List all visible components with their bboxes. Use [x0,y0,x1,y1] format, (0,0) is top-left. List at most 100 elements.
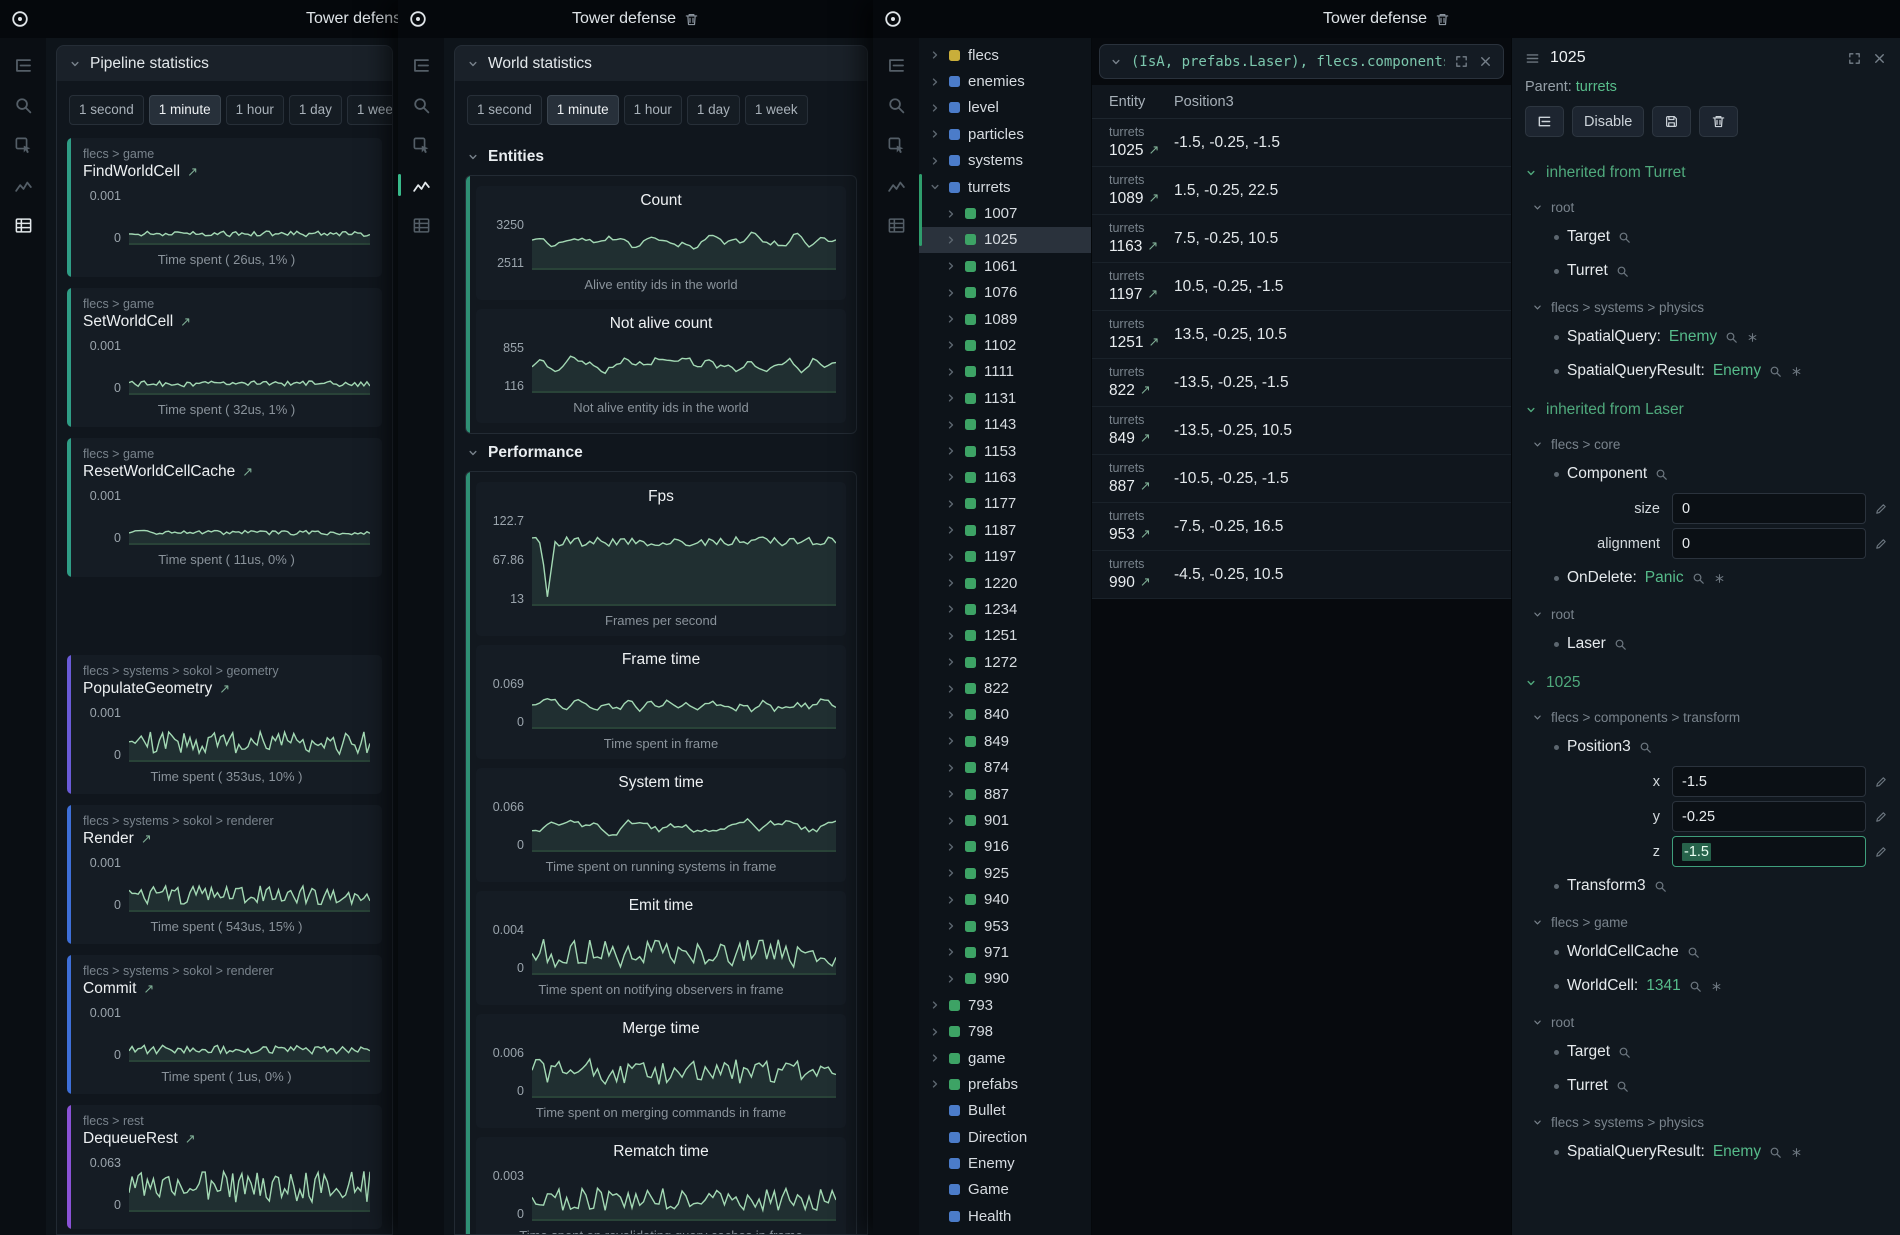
close-icon[interactable] [1478,54,1493,69]
query-input[interactable]: (IsA, prefabs.Laser), flecs.components [1131,54,1445,70]
external-link-icon[interactable]: ↗ [143,981,154,997]
result-row-1251[interactable]: turrets1251 ↗13.5, -0.25, 10.5 [1092,311,1511,359]
external-link-icon[interactable]: ↗ [1140,382,1151,398]
external-link-icon[interactable]: ↗ [1140,574,1151,590]
search-icon[interactable] [1618,1046,1631,1059]
result-row-822[interactable]: turrets822 ↗-13.5, -0.25, -1.5 [1092,359,1511,407]
tree-item-916[interactable]: 916 [919,834,1091,860]
component-value[interactable]: Enemy [1713,1143,1761,1161]
disable-button[interactable]: Disable [1572,106,1644,137]
external-link-icon[interactable]: ↗ [1140,526,1151,542]
asterisk-icon[interactable] [1713,572,1726,585]
component-row-worldcellcache[interactable]: WorldCellCache [1512,935,1900,969]
component-value[interactable]: Panic [1645,569,1684,587]
chevron-right-icon[interactable] [945,973,957,985]
search-icon[interactable] [1769,365,1782,378]
result-row-1025[interactable]: turrets1025 ↗-1.5, -0.25, -1.5 [1092,119,1511,167]
query-search-icon[interactable] [7,90,39,120]
tree-item-prefabs[interactable]: prefabs [919,1071,1091,1097]
asterisk-icon[interactable] [1790,365,1803,378]
external-link-icon[interactable]: ↗ [1148,142,1159,158]
fullscreen-icon[interactable] [1847,51,1862,66]
entity-id[interactable]: 1025 ↗ [1109,141,1174,160]
chevron-right-icon[interactable] [945,313,957,325]
statistics-tables-icon[interactable] [880,210,912,240]
chevron-right-icon[interactable] [929,76,941,88]
statistics-charts-icon[interactable] [7,170,39,200]
component-row-target[interactable]: Target [1512,1035,1900,1069]
chevron-right-icon[interactable] [945,709,957,721]
query-search-icon[interactable] [405,90,437,120]
tree-item-887[interactable]: 887 [919,781,1091,807]
result-row-1089[interactable]: turrets1089 ↗1.5, -0.25, 22.5 [1092,167,1511,215]
external-link-icon[interactable]: ↗ [1147,238,1158,254]
tree-item-1102[interactable]: 1102 [919,332,1091,358]
chevron-right-icon[interactable] [945,656,957,668]
trash-icon[interactable] [684,12,699,27]
asterisk-icon[interactable] [1790,1146,1803,1159]
time-range-1-week[interactable]: 1 week [745,95,808,125]
chevron-right-icon[interactable] [945,867,957,879]
chevron-right-icon[interactable] [945,762,957,774]
chevron-right-icon[interactable] [945,234,957,246]
chevron-right-icon[interactable] [945,603,957,615]
entity-id[interactable]: 849 ↗ [1109,429,1174,448]
result-row-849[interactable]: turrets849 ↗-13.5, -0.25, 10.5 [1092,407,1511,455]
tree-item-925[interactable]: 925 [919,860,1091,886]
chevron-right-icon[interactable] [929,128,941,140]
tree-item-874[interactable]: 874 [919,755,1091,781]
chevron-right-icon[interactable] [945,471,957,483]
external-link-icon[interactable]: ↗ [242,464,253,480]
entity-id[interactable]: 990 ↗ [1109,573,1174,592]
module-path-flecs-core[interactable]: flecs > core [1512,425,1900,457]
statistics-charts-icon[interactable] [405,170,437,200]
result-row-1197[interactable]: turrets1197 ↗10.5, -0.25, -1.5 [1092,263,1511,311]
time-range-1-second[interactable]: 1 second [69,95,144,125]
search-icon[interactable] [1687,946,1700,959]
time-range-1-minute[interactable]: 1 minute [547,95,619,125]
external-link-icon[interactable]: ↗ [1148,334,1159,350]
tree-item-turrets[interactable]: turrets [919,174,1091,200]
chevron-right-icon[interactable] [945,445,957,457]
component-row-transform3[interactable]: Transform3 [1512,869,1900,903]
tree-item-1025[interactable]: 1025 [919,227,1091,253]
external-link-icon[interactable]: ↗ [1148,190,1159,206]
delete-button[interactable] [1699,106,1738,137]
entity-tree-icon[interactable] [405,50,437,80]
tree-view-button[interactable] [1525,106,1564,137]
external-link-icon[interactable]: ↗ [185,1131,196,1147]
tree-item-940[interactable]: 940 [919,887,1091,913]
component-row-spatialqueryresult[interactable]: SpatialQueryResult:Enemy [1512,354,1900,388]
component-row-turret[interactable]: Turret [1512,254,1900,288]
tree-item-990[interactable]: 990 [919,966,1091,992]
panel-header[interactable]: World statistics [454,45,868,81]
search-icon[interactable] [1725,331,1738,344]
chevron-right-icon[interactable] [945,366,957,378]
pencil-icon[interactable] [1874,775,1888,789]
chevron-right-icon[interactable] [945,524,957,536]
external-link-icon[interactable]: ↗ [180,314,191,330]
tree-item-1234[interactable]: 1234 [919,596,1091,622]
tree-item-1089[interactable]: 1089 [919,306,1091,332]
tree-item-849[interactable]: 849 [919,728,1091,754]
statistics-tables-icon[interactable] [7,210,39,240]
search-icon[interactable] [1654,880,1667,893]
tree-item-953[interactable]: 953 [919,913,1091,939]
component-value[interactable]: 1341 [1646,977,1680,995]
component-row-component[interactable]: Component [1512,457,1900,491]
tree-item-flecs[interactable]: flecs [919,42,1091,68]
chevron-right-icon[interactable] [945,946,957,958]
search-icon[interactable] [1616,1080,1629,1093]
module-path-flecs-components-transform[interactable]: flecs > components > transform [1512,698,1900,730]
time-range-1-minute[interactable]: 1 minute [149,95,221,125]
tree-item-1163[interactable]: 1163 [919,464,1091,490]
inspector-section-inherited-from-laser[interactable]: inherited from Laser [1512,388,1900,425]
chevron-right-icon[interactable] [929,49,941,61]
chevron-right-icon[interactable] [929,1026,941,1038]
module-path-root[interactable]: root [1512,1003,1900,1035]
chevron-right-icon[interactable] [929,1078,941,1090]
inspector-section-inherited-from-turret[interactable]: inherited from Turret [1512,151,1900,188]
result-row-887[interactable]: turrets887 ↗-10.5, -0.25, -1.5 [1092,455,1511,503]
tree-item-1220[interactable]: 1220 [919,570,1091,596]
field-input-size[interactable]: 0 [1672,493,1866,524]
